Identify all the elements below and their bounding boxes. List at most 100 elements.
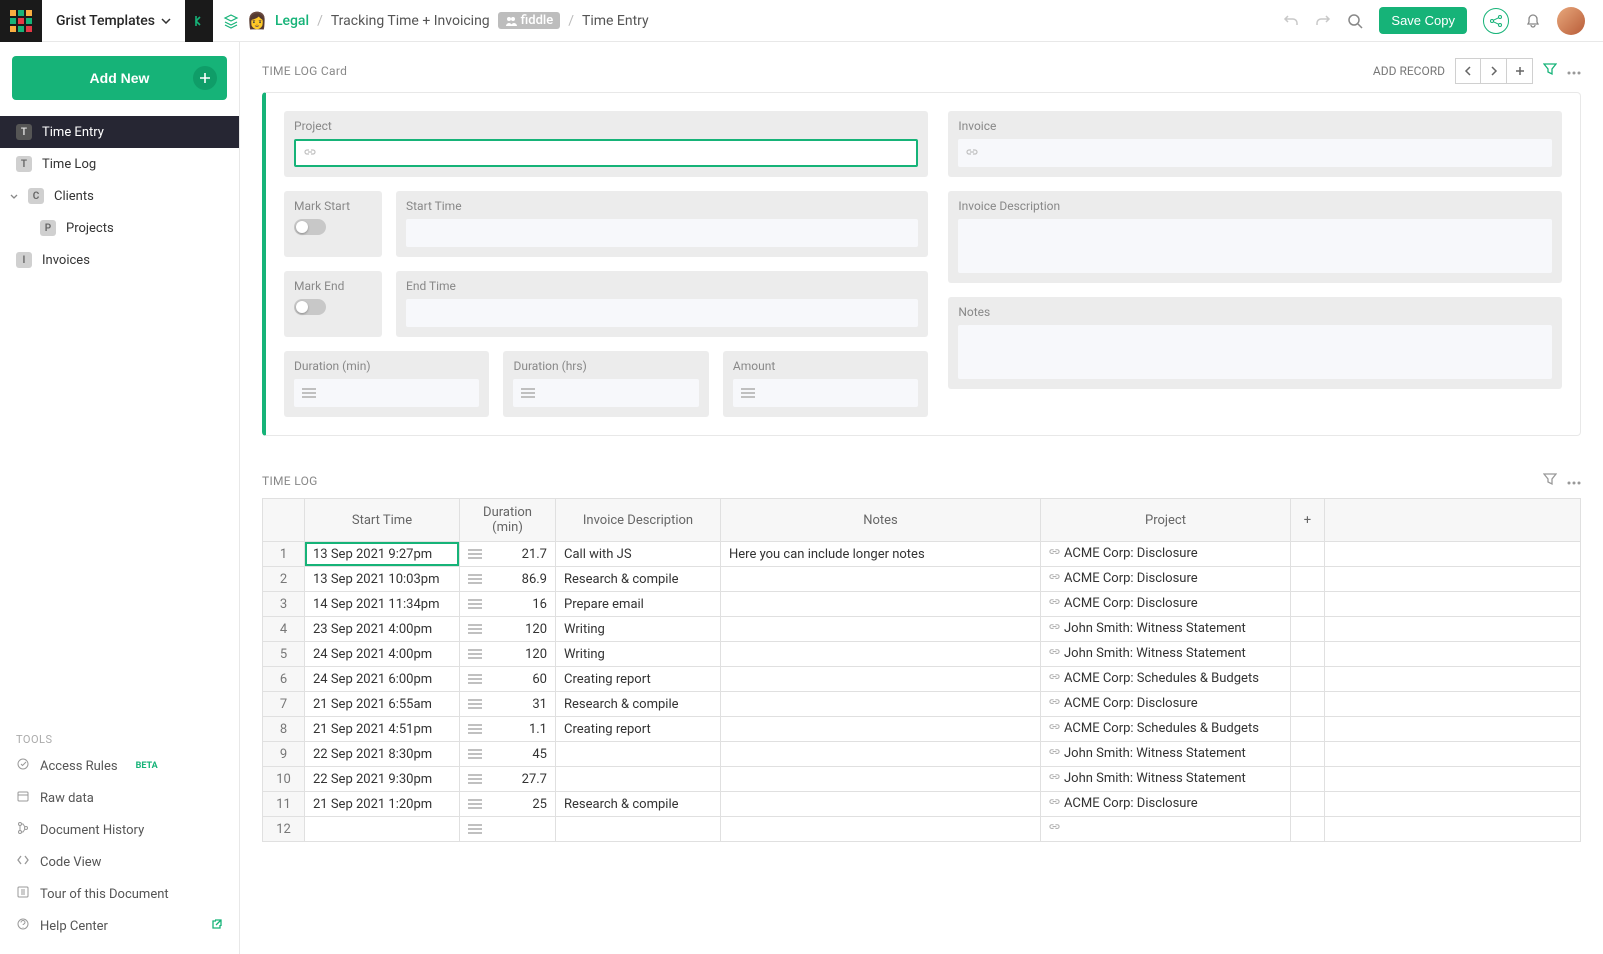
cell-notes[interactable]: [721, 592, 1041, 617]
cell-duration[interactable]: 16: [460, 592, 556, 617]
row-number[interactable]: 1: [263, 542, 305, 567]
redo-button[interactable]: [1315, 13, 1331, 29]
cell-duration[interactable]: 25: [460, 792, 556, 817]
workspace-dropdown[interactable]: Grist Templates: [42, 13, 185, 29]
cell-project[interactable]: John Smith: Witness Statement: [1041, 642, 1291, 667]
cell-notes[interactable]: [721, 792, 1041, 817]
log-menu-button[interactable]: [1567, 474, 1581, 489]
cell-notes[interactable]: [721, 717, 1041, 742]
cell-empty[interactable]: [1325, 542, 1581, 567]
row-number-header[interactable]: [263, 499, 305, 542]
cell-project[interactable]: John Smith: Witness Statement: [1041, 617, 1291, 642]
cell-start-time[interactable]: 23 Sep 2021 4:00pm: [305, 617, 460, 642]
cell-project[interactable]: [1041, 817, 1291, 842]
cell-project[interactable]: ACME Corp: Disclosure: [1041, 692, 1291, 717]
tool-code-view[interactable]: Code View: [0, 846, 239, 878]
table-row[interactable]: 524 Sep 2021 4:00pm120WritingJohn Smith:…: [263, 642, 1581, 667]
invoice-desc-input[interactable]: [958, 219, 1552, 273]
start-time-input[interactable]: [406, 219, 918, 247]
cell-empty[interactable]: [1325, 642, 1581, 667]
cell-empty[interactable]: [1325, 717, 1581, 742]
table-row[interactable]: 624 Sep 2021 6:00pm60Creating reportACME…: [263, 667, 1581, 692]
project-field[interactable]: Project: [284, 111, 928, 177]
mark-start-toggle[interactable]: [294, 219, 326, 235]
invoice-input[interactable]: [958, 139, 1552, 167]
cell-start-time[interactable]: 21 Sep 2021 6:55am: [305, 692, 460, 717]
cell-empty[interactable]: [1291, 692, 1325, 717]
project-input[interactable]: [294, 139, 918, 167]
row-number[interactable]: 7: [263, 692, 305, 717]
column-header[interactable]: Invoice Description: [556, 499, 721, 542]
cell-empty[interactable]: [1291, 542, 1325, 567]
sidebar-item-time-log[interactable]: TTime Log: [0, 148, 239, 180]
cell-notes[interactable]: [721, 667, 1041, 692]
column-header[interactable]: Project: [1041, 499, 1291, 542]
app-logo[interactable]: [0, 0, 42, 42]
mark-end-toggle[interactable]: [294, 299, 326, 315]
tool-document-history[interactable]: Document History: [0, 814, 239, 846]
invoice-field[interactable]: Invoice: [948, 111, 1562, 177]
start-time-field[interactable]: Start Time: [396, 191, 928, 257]
collapse-sidebar-button[interactable]: [185, 0, 213, 42]
share-button[interactable]: [1483, 8, 1509, 34]
cell-empty[interactable]: [1325, 592, 1581, 617]
row-number[interactable]: 4: [263, 617, 305, 642]
duration-min-field[interactable]: Duration (min): [284, 351, 489, 417]
undo-button[interactable]: [1283, 13, 1299, 29]
crumb-doc[interactable]: Tracking Time + Invoicing: [331, 13, 490, 29]
cell-invoice-description[interactable]: Research & compile: [556, 792, 721, 817]
sidebar-item-invoices[interactable]: IInvoices: [0, 244, 239, 276]
log-filter-button[interactable]: [1543, 472, 1557, 490]
cell-empty[interactable]: [1325, 617, 1581, 642]
cell-duration[interactable]: 60: [460, 667, 556, 692]
tool-help-center[interactable]: Help Center: [0, 910, 239, 942]
cell-invoice-description[interactable]: Creating report: [556, 667, 721, 692]
table-row[interactable]: 1022 Sep 2021 9:30pm27.7John Smith: Witn…: [263, 767, 1581, 792]
table-row[interactable]: 12: [263, 817, 1581, 842]
notifications-button[interactable]: [1525, 13, 1541, 29]
cell-empty[interactable]: [1291, 767, 1325, 792]
table-row[interactable]: 423 Sep 2021 4:00pm120WritingJohn Smith:…: [263, 617, 1581, 642]
cell-empty[interactable]: [1325, 667, 1581, 692]
cell-empty[interactable]: [1291, 717, 1325, 742]
cell-invoice-description[interactable]: Research & compile: [556, 567, 721, 592]
notes-field[interactable]: Notes: [948, 297, 1562, 389]
cell-invoice-description[interactable]: [556, 817, 721, 842]
table-row[interactable]: 1121 Sep 2021 1:20pm25Research & compile…: [263, 792, 1581, 817]
sidebar-item-time-entry[interactable]: TTime Entry: [0, 116, 239, 148]
cell-project[interactable]: ACME Corp: Schedules & Budgets: [1041, 717, 1291, 742]
cell-start-time[interactable]: 24 Sep 2021 4:00pm: [305, 642, 460, 667]
cell-empty[interactable]: [1291, 567, 1325, 592]
prev-record-button[interactable]: [1455, 58, 1481, 84]
cell-invoice-description[interactable]: Call with JS: [556, 542, 721, 567]
mark-end-field[interactable]: Mark End: [284, 271, 382, 337]
cell-empty[interactable]: [1325, 692, 1581, 717]
time-log-table[interactable]: Start TimeDuration (min)Invoice Descript…: [262, 498, 1581, 842]
row-number[interactable]: 8: [263, 717, 305, 742]
add-column-button[interactable]: +: [1291, 499, 1325, 542]
tool-raw-data[interactable]: Raw data: [0, 782, 239, 814]
column-header[interactable]: Duration (min): [460, 499, 556, 542]
cell-start-time[interactable]: 13 Sep 2021 10:03pm: [305, 567, 460, 592]
next-record-button[interactable]: [1481, 58, 1507, 84]
cell-project[interactable]: John Smith: Witness Statement: [1041, 767, 1291, 792]
row-number[interactable]: 2: [263, 567, 305, 592]
cell-duration[interactable]: [460, 817, 556, 842]
cell-duration[interactable]: 1.1: [460, 717, 556, 742]
cell-duration[interactable]: 86.9: [460, 567, 556, 592]
table-row[interactable]: 113 Sep 2021 9:27pm21.7Call with JSHere …: [263, 542, 1581, 567]
amount-field[interactable]: Amount: [723, 351, 928, 417]
cell-notes[interactable]: [721, 692, 1041, 717]
cell-notes[interactable]: [721, 767, 1041, 792]
table-row[interactable]: 922 Sep 2021 8:30pm45John Smith: Witness…: [263, 742, 1581, 767]
sidebar-item-clients[interactable]: CClients: [0, 180, 239, 212]
cell-start-time[interactable]: 24 Sep 2021 6:00pm: [305, 667, 460, 692]
cell-duration[interactable]: 120: [460, 642, 556, 667]
column-header[interactable]: Start Time: [305, 499, 460, 542]
table-row[interactable]: 721 Sep 2021 6:55am31Research & compileA…: [263, 692, 1581, 717]
cell-empty[interactable]: [1291, 642, 1325, 667]
cell-start-time[interactable]: 21 Sep 2021 1:20pm: [305, 792, 460, 817]
cell-notes[interactable]: [721, 742, 1041, 767]
search-button[interactable]: [1347, 13, 1363, 29]
cell-empty[interactable]: [1291, 617, 1325, 642]
